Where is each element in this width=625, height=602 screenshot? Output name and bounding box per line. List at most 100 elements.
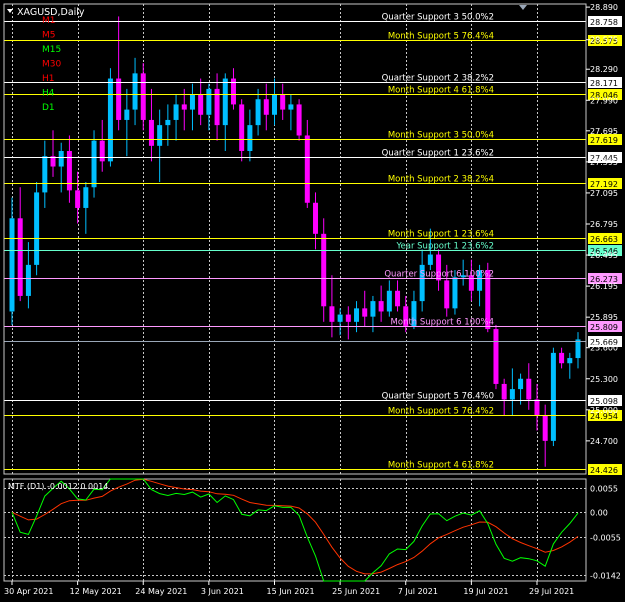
candle-body[interactable] <box>255 99 261 126</box>
date-tick-label: 24 May 2021 <box>135 587 187 596</box>
candle-body[interactable] <box>567 358 573 364</box>
candle-body[interactable] <box>444 280 450 309</box>
candle-body[interactable] <box>337 314 343 322</box>
candle-body[interactable] <box>206 88 212 115</box>
candle-body[interactable] <box>493 329 499 384</box>
candle-body[interactable] <box>386 290 392 312</box>
timeframe-m30[interactable]: M30 <box>42 60 61 70</box>
timeframe-m1[interactable]: M1 <box>42 16 56 26</box>
candle-body[interactable] <box>173 104 179 120</box>
candle-body[interactable] <box>148 119 154 146</box>
candle-body[interactable] <box>140 73 146 120</box>
candle-body[interactable] <box>329 306 335 322</box>
candle-body[interactable] <box>526 378 532 400</box>
candle-body[interactable] <box>354 308 360 322</box>
candle-body[interactable] <box>550 352 556 441</box>
chart-background <box>0 0 625 602</box>
date-tick-label: 15 Jun 2021 <box>266 587 314 596</box>
candle-body[interactable] <box>534 399 540 415</box>
candle-body[interactable] <box>321 233 327 307</box>
candle-body[interactable] <box>17 218 23 296</box>
candle-body[interactable] <box>181 104 187 110</box>
timeframe-h4[interactable]: H4 <box>42 89 55 99</box>
candle-body[interactable] <box>345 314 351 322</box>
date-tick-label: 12 May 2021 <box>70 587 122 596</box>
candle-body[interactable] <box>313 202 319 234</box>
price-tick-label: 28.890 <box>590 3 618 12</box>
support-level-label: Quarter Support 3 50.0%2 <box>382 13 494 23</box>
price-tag-value: 27.192 <box>590 180 618 189</box>
candle-body[interactable] <box>222 78 228 126</box>
candle-body[interactable] <box>247 125 253 152</box>
indicator-tick-label: -0.0055 <box>590 534 621 543</box>
date-tick-label: 7 Jul 2021 <box>398 587 438 596</box>
price-tick-label: 26.495 <box>590 251 618 260</box>
price-tick-label: 26.795 <box>590 220 618 229</box>
support-level-label: Quarter Support 1 23.6%2 <box>382 149 494 159</box>
candle-body[interactable] <box>25 264 31 296</box>
chart-window[interactable]: Quarter Support 3 50.0%2 28.758 Month Supp… <box>0 0 625 602</box>
candle-body[interactable] <box>9 218 15 312</box>
price-tick-label: 25.895 <box>590 313 618 322</box>
candle-body[interactable] <box>157 125 163 146</box>
support-level-label: Month Support 1 23.6%4 <box>388 230 494 240</box>
candle-body[interactable] <box>362 308 368 317</box>
price-tag-value: 27.619 <box>590 136 618 145</box>
candle-body[interactable] <box>288 104 294 110</box>
candle-body[interactable] <box>107 78 113 162</box>
candle-body[interactable] <box>559 352 565 364</box>
price-axis: 28.890 28.575 28.290 27.990 27.695 27.395 27.0… <box>586 3 618 446</box>
timeframe-m5[interactable]: M5 <box>42 31 56 41</box>
candle-body[interactable] <box>304 135 310 203</box>
candle-body[interactable] <box>395 290 401 307</box>
price-tick-label: 27.695 <box>590 127 618 136</box>
candle-body[interactable] <box>370 301 376 317</box>
price-tick-label: 26.195 <box>590 282 618 291</box>
price-tag-value: 25.809 <box>590 323 618 332</box>
candle-body[interactable] <box>296 104 302 136</box>
candle-body[interactable] <box>75 190 81 208</box>
candle-body[interactable] <box>66 151 72 191</box>
price-tick-label: 27.095 <box>590 189 618 198</box>
candle-body[interactable] <box>124 109 130 120</box>
candle-body[interactable] <box>575 339 581 359</box>
candle-body[interactable] <box>132 73 138 110</box>
candle-body[interactable] <box>280 94 286 110</box>
price-tick-label: 27.395 <box>590 158 618 167</box>
price-tag-value: 24.426 <box>590 466 618 475</box>
candle-body[interactable] <box>83 187 89 208</box>
candle-body[interactable] <box>501 383 507 400</box>
candle-body[interactable] <box>34 192 40 265</box>
date-tick-label: 25 Jun 2021 <box>332 587 380 596</box>
candle-body[interactable] <box>427 254 433 265</box>
candle-body[interactable] <box>378 301 384 312</box>
candle-body[interactable] <box>518 378 524 390</box>
price-tick-label: 24.700 <box>590 437 618 446</box>
support-level-label: Month Support 2 38.2%4 <box>388 175 494 185</box>
candle-body[interactable] <box>542 414 548 441</box>
candle-body[interactable] <box>509 389 515 400</box>
candle-body[interactable] <box>263 99 269 115</box>
candle-body[interactable] <box>99 140 105 162</box>
price-tick-label: 25.300 <box>590 375 618 384</box>
price-tick-label: 28.575 <box>590 36 618 45</box>
timeframe-d1[interactable]: D1 <box>42 103 55 113</box>
candle-body[interactable] <box>452 277 458 309</box>
price-tick-label: 25.600 <box>590 344 618 353</box>
indicator-tick-label: 0.0055 <box>590 485 618 494</box>
candle-body[interactable] <box>165 119 171 126</box>
timeframe-h1[interactable]: H1 <box>42 74 55 84</box>
candle-body[interactable] <box>42 156 48 193</box>
candle-body[interactable] <box>91 140 97 188</box>
candle-body[interactable] <box>198 94 204 115</box>
candle-body[interactable] <box>239 104 245 152</box>
timeframe-m15[interactable]: M15 <box>42 45 61 55</box>
price-tick-label: 27.990 <box>590 96 618 105</box>
candle-body[interactable] <box>58 151 64 167</box>
indicator-tick-label: -0.0142 <box>590 572 621 581</box>
candle-body[interactable] <box>189 94 195 110</box>
candle-body[interactable] <box>271 94 277 115</box>
candle-body[interactable] <box>116 78 122 120</box>
price-tag-value: 28.758 <box>590 18 618 27</box>
support-level-label: Month Support 6 100%4 <box>391 318 494 328</box>
